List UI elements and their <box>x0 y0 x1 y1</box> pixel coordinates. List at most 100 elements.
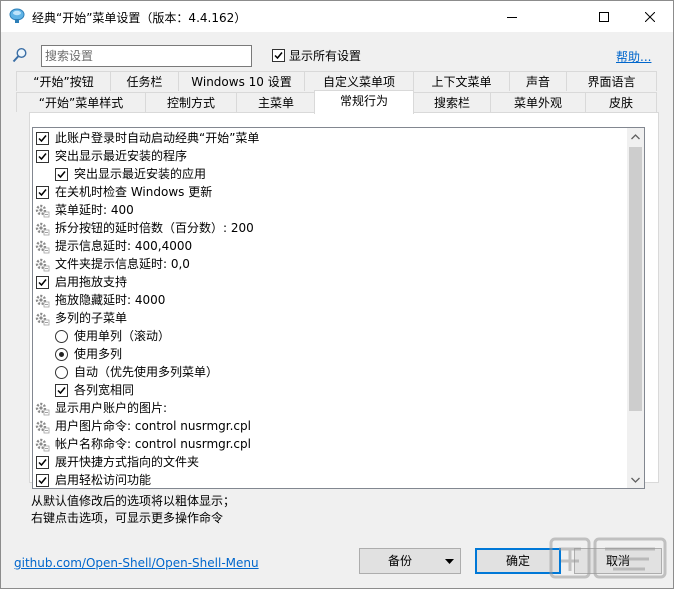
bold-changes-note: 从默认值修改后的选项将以粗体显示； <box>31 494 236 508</box>
setting-item[interactable]: 自动（优先使用多列菜单） <box>33 363 625 381</box>
setting-label: 菜单延时: 400 <box>55 203 134 217</box>
setting-checkbox[interactable] <box>36 456 49 469</box>
tab-taskbar[interactable]: 任务栏 <box>110 71 179 91</box>
setting-checkbox[interactable] <box>36 474 49 487</box>
setting-label: 使用单列（滚动） <box>74 329 171 343</box>
show-all-settings-checkbox[interactable] <box>272 49 285 62</box>
setting-item[interactable]: 启用轻松访问功能 <box>33 471 625 488</box>
setting-item[interactable]: 使用单列（滚动） <box>33 327 625 345</box>
vertical-scrollbar[interactable] <box>627 128 644 488</box>
scroll-thumb[interactable] <box>629 147 642 411</box>
minimize-button[interactable] <box>489 1 535 32</box>
tab-context-menu[interactable]: 上下文菜单 <box>413 71 510 91</box>
setting-item[interactable]: 使用多列 <box>33 345 625 363</box>
tab-start-button[interactable]: “开始”按钮 <box>16 71 111 91</box>
tab-controls[interactable]: 控制方式 <box>145 92 237 112</box>
setting-item[interactable]: 拖放隐藏延时: 4000 <box>33 291 625 309</box>
tab-interface-language[interactable]: 界面语言 <box>566 71 657 91</box>
checkmark-icon <box>38 153 47 161</box>
settings-gear-icon <box>34 310 50 326</box>
setting-radio[interactable] <box>55 330 68 343</box>
setting-item[interactable]: 展开快捷方式指向的文件夹 <box>33 453 625 471</box>
minimize-icon <box>507 16 517 18</box>
tab-sounds[interactable]: 声音 <box>509 71 567 91</box>
settings-gear-icon <box>34 436 50 452</box>
tab-search-box[interactable]: 搜索栏 <box>413 92 491 112</box>
setting-label: 多列的子菜单 <box>55 311 128 325</box>
setting-item[interactable]: 此账户登录时自动启动经典“开始”菜单 <box>33 129 625 147</box>
window-title: 经典“开始”菜单设置（版本：4.4.162） <box>32 11 247 25</box>
checkmark-icon <box>38 477 47 485</box>
setting-checkbox[interactable] <box>55 168 68 181</box>
search-input[interactable] <box>41 45 252 67</box>
setting-checkbox[interactable] <box>55 384 68 397</box>
setting-item[interactable]: 显示用户账户的图片: <box>33 399 625 417</box>
github-link[interactable]: github.com/Open-Shell/Open-Shell-Menu <box>14 556 259 570</box>
settings-gear-icon <box>34 292 50 308</box>
watermark-logo-icon <box>549 537 667 579</box>
setting-label: 启用拖放支持 <box>55 275 128 289</box>
setting-item[interactable]: 帐户名称命令: control nusrmgr.cpl <box>33 435 625 453</box>
setting-label: 提示信息延时: 400,4000 <box>55 239 193 253</box>
tab-custom-menu-items[interactable]: 自定义菜单项 <box>304 71 414 91</box>
checkmark-icon <box>57 387 66 395</box>
search-icon <box>12 47 27 63</box>
tab-menu-look[interactable]: 菜单外观 <box>490 92 586 112</box>
setting-radio[interactable] <box>55 366 68 379</box>
setting-item[interactable]: 突出显示最近安装的应用 <box>33 165 625 183</box>
checkmark-icon <box>57 171 66 179</box>
settings-gear-icon <box>34 202 50 218</box>
settings-gear-icon <box>34 418 50 434</box>
setting-item[interactable]: 用户图片命令: control nusrmgr.cpl <box>33 417 625 435</box>
tab-main-menu[interactable]: 主菜单 <box>236 92 316 112</box>
close-button[interactable] <box>627 1 673 32</box>
tab-windows10-settings[interactable]: Windows 10 设置 <box>178 71 305 91</box>
scroll-up-button[interactable] <box>627 128 644 145</box>
setting-item[interactable]: 菜单延时: 400 <box>33 201 625 219</box>
settings-gear-icon <box>34 238 50 254</box>
backup-button[interactable]: 备份 <box>359 548 461 574</box>
chevron-up-icon <box>631 133 640 139</box>
setting-label: 在关机时检查 Windows 更新 <box>55 185 213 199</box>
setting-label: 突出显示最近安装的应用 <box>74 167 207 181</box>
title-bar[interactable]: 经典“开始”菜单设置（版本：4.4.162） <box>1 1 673 32</box>
right-click-note: 右键点击选项，可显示更多操作命令 <box>31 511 224 525</box>
setting-checkbox[interactable] <box>36 276 49 289</box>
dropdown-arrow-icon <box>445 559 454 564</box>
checkmark-icon <box>274 52 283 60</box>
setting-label: 用户图片命令: control nusrmgr.cpl <box>55 419 251 433</box>
scroll-down-button[interactable] <box>627 471 644 488</box>
setting-label: 帐户名称命令: control nusrmgr.cpl <box>55 437 251 451</box>
setting-checkbox[interactable] <box>36 132 49 145</box>
setting-item[interactable]: 在关机时检查 Windows 更新 <box>33 183 625 201</box>
setting-label: 突出显示最近安装的程序 <box>55 149 188 163</box>
maximize-button[interactable] <box>581 1 627 32</box>
setting-checkbox[interactable] <box>36 186 49 199</box>
setting-item[interactable]: 拆分按钮的延时倍数（百分数）: 200 <box>33 219 625 237</box>
settings-gear-icon <box>34 256 50 272</box>
maximize-icon <box>599 11 609 22</box>
setting-label: 自动（优先使用多列菜单） <box>74 365 219 379</box>
setting-label: 拆分按钮的延时倍数（百分数）: 200 <box>55 221 254 235</box>
tab-skin[interactable]: 皮肤 <box>585 92 657 112</box>
setting-radio[interactable] <box>55 348 68 361</box>
setting-label: 文件夹提示信息延时: 0,0 <box>55 257 190 271</box>
setting-item[interactable]: 提示信息延时: 400,4000 <box>33 237 625 255</box>
setting-item[interactable]: 文件夹提示信息延时: 0,0 <box>33 255 625 273</box>
setting-label: 拖放隐藏延时: 4000 <box>55 293 166 307</box>
settings-gear-icon <box>34 220 50 236</box>
checkmark-icon <box>38 279 47 287</box>
tab-general-behavior[interactable]: 常规行为 <box>314 90 414 114</box>
setting-item[interactable]: 启用拖放支持 <box>33 273 625 291</box>
setting-label: 使用多列 <box>74 347 123 361</box>
help-link[interactable]: 帮助... <box>616 48 651 65</box>
setting-item[interactable]: 多列的子菜单 <box>33 309 625 327</box>
setting-label: 各列宽相同 <box>74 383 135 397</box>
setting-item[interactable]: 突出显示最近安装的程序 <box>33 147 625 165</box>
setting-item[interactable]: 各列宽相同 <box>33 381 625 399</box>
show-all-settings-label[interactable]: 显示所有设置 <box>289 47 361 64</box>
settings-list[interactable]: 此账户登录时自动启动经典“开始”菜单突出显示最近安装的程序突出显示最近安装的应用… <box>32 127 645 489</box>
open-shell-shell-icon <box>9 8 25 23</box>
tab-start-menu-style[interactable]: “开始”菜单样式 <box>16 92 146 112</box>
setting-checkbox[interactable] <box>36 150 49 163</box>
